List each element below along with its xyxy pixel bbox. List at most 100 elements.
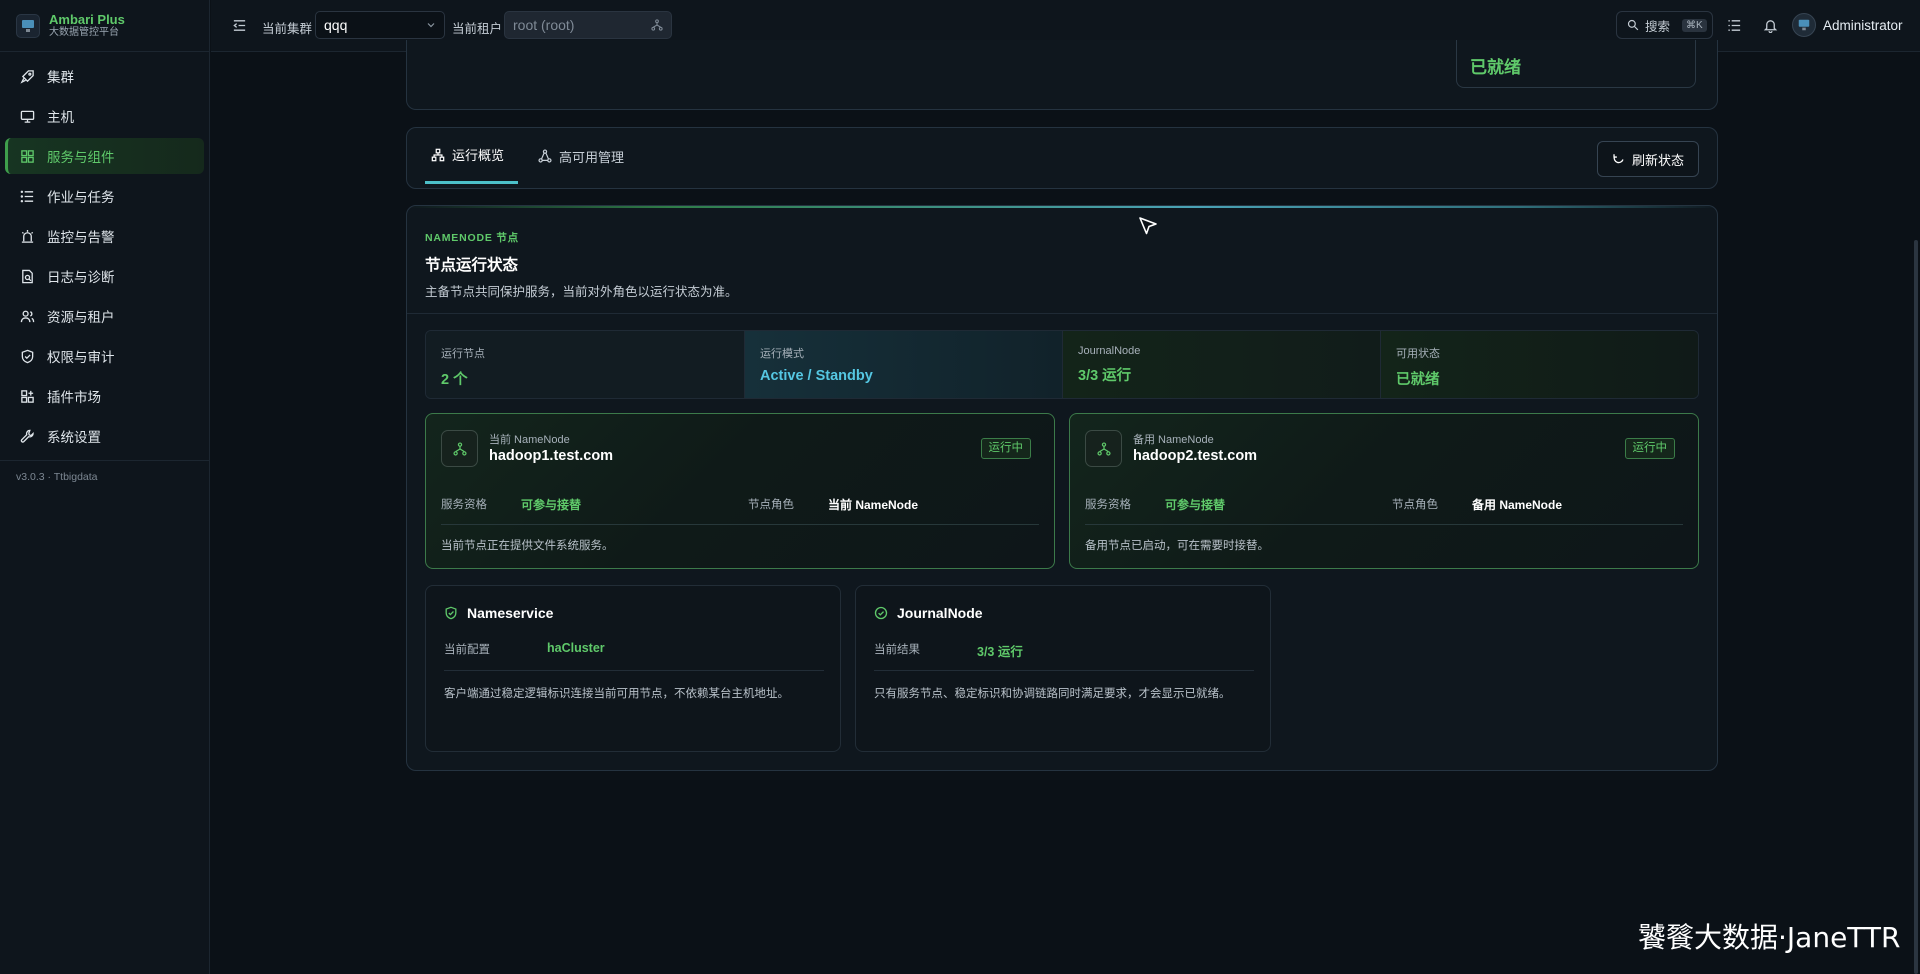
grid-icon bbox=[21, 149, 34, 163]
sidebar-item-label: 权限与审计 bbox=[47, 350, 115, 365]
divider bbox=[441, 524, 1039, 525]
section-title: 节点运行状态 bbox=[425, 257, 519, 274]
task-list-icon[interactable] bbox=[1727, 18, 1742, 33]
namenode-card-standby[interactable]: 备用 NameNode hadoop2.test.com 运行中 服务资格 可参… bbox=[1069, 413, 1699, 569]
node-note: 当前节点正在提供文件系统服务。 bbox=[441, 540, 614, 552]
divider bbox=[1085, 524, 1683, 525]
node-icon bbox=[441, 430, 478, 467]
stat-value: 已就绪 bbox=[1396, 372, 1440, 388]
divider bbox=[444, 670, 824, 671]
tab-ha-management[interactable]: 高可用管理 bbox=[538, 128, 624, 184]
users-icon bbox=[20, 310, 35, 322]
sidebar-item-monitoring[interactable]: 监控与告警 bbox=[5, 218, 204, 254]
card-title: Nameservice bbox=[467, 605, 554, 621]
card-title: JournalNode bbox=[897, 605, 983, 621]
stat-running-nodes: 运行节点 2 个 bbox=[426, 331, 744, 398]
sidebar-item-hosts[interactable]: 主机 bbox=[5, 98, 204, 134]
qual-label: 服务资格 bbox=[1085, 499, 1131, 511]
qual-value: 可参与接替 bbox=[521, 498, 582, 512]
summary-panel: 已就绪 bbox=[406, 40, 1718, 110]
logo-icon bbox=[16, 13, 40, 38]
qual-value: 可参与接替 bbox=[1165, 498, 1226, 512]
divider bbox=[874, 670, 1254, 671]
scrollbar-thumb[interactable] bbox=[1914, 240, 1918, 974]
brand-subtitle: 大数据管控平台 bbox=[49, 26, 119, 38]
network-icon bbox=[538, 149, 552, 163]
user-name: Administrator bbox=[1823, 17, 1903, 33]
stat-label: 运行节点 bbox=[441, 348, 485, 360]
node-note: 备用节点已启动，可在需要时接替。 bbox=[1085, 540, 1269, 552]
search-label: 搜索 bbox=[1645, 19, 1671, 34]
sidebar-item-jobs[interactable]: 作业与任务 bbox=[5, 178, 204, 214]
check-circle-icon bbox=[874, 606, 888, 620]
qual-label: 服务资格 bbox=[441, 499, 487, 511]
stat-value: Active / Standby bbox=[760, 368, 873, 384]
avatar bbox=[1792, 13, 1816, 37]
sidebar-item-plugins[interactable]: 插件市场 bbox=[5, 378, 204, 414]
status-card: 已就绪 bbox=[1456, 40, 1696, 88]
stat-strip: 运行节点 2 个 运行模式 Active / Standby JournalNo… bbox=[425, 330, 1699, 399]
node-role-label: 当前 NameNode bbox=[489, 434, 570, 446]
search-button[interactable]: 搜索 ⌘K bbox=[1616, 11, 1713, 39]
user-menu[interactable]: Administrator bbox=[1792, 13, 1903, 37]
monitor-icon bbox=[20, 110, 35, 123]
list-icon bbox=[20, 190, 34, 202]
nameservice-card: Nameservice 当前配置 haCluster 客户端通过稳定逻辑标识连接… bbox=[425, 585, 841, 752]
watermark: 饕餮大数据·JaneTTR bbox=[1638, 921, 1901, 954]
sidebar-item-label: 资源与租户 bbox=[47, 310, 115, 325]
tab-overview[interactable]: 运行概览 bbox=[425, 128, 518, 184]
bell-icon[interactable] bbox=[1763, 18, 1778, 33]
divider bbox=[407, 313, 1717, 314]
stat-value: 3/3 运行 bbox=[1078, 368, 1132, 384]
node-icon bbox=[1085, 430, 1122, 467]
section-eyebrow: NAMENODE 节点 bbox=[425, 232, 519, 244]
card-key: 当前结果 bbox=[874, 644, 920, 656]
cluster-label: 当前集群 bbox=[262, 22, 313, 36]
network-icon bbox=[1096, 441, 1111, 456]
tenant-select-placeholder: root (root) bbox=[513, 17, 575, 33]
hierarchy-icon bbox=[431, 148, 445, 161]
search-shortcut: ⌘K bbox=[1682, 18, 1707, 32]
sidebar-nav: 集群 主机 服务与组件 作业与任务 监控与告警 日志与诊断 资源与租户 权限与审… bbox=[0, 52, 209, 454]
refresh-label: 刷新状态 bbox=[1631, 152, 1684, 168]
stat-label: 可用状态 bbox=[1396, 348, 1440, 360]
collapse-sidebar-icon[interactable] bbox=[232, 18, 247, 33]
namenode-card-active[interactable]: 当前 NameNode hadoop1.test.com 运行中 服务资格 可参… bbox=[425, 413, 1055, 569]
plugin-icon bbox=[21, 389, 34, 403]
sidebar-item-label: 集群 bbox=[47, 70, 74, 85]
sidebar-item-cluster[interactable]: 集群 bbox=[5, 58, 204, 94]
sidebar-item-logs[interactable]: 日志与诊断 bbox=[5, 258, 204, 294]
rocket-icon bbox=[20, 69, 34, 84]
card-note: 客户端通过稳定逻辑标识连接当前可用节点，不依赖某台主机地址。 bbox=[444, 688, 789, 700]
tenant-select[interactable]: root (root) bbox=[504, 11, 672, 39]
sidebar-item-settings[interactable]: 系统设置 bbox=[5, 418, 204, 454]
section-description: 主备节点共同保护服务，当前对外角色以运行状态为准。 bbox=[425, 285, 738, 299]
cluster-select-value: qqq bbox=[324, 17, 348, 33]
sidebar-item-label: 插件市场 bbox=[47, 390, 101, 405]
mouse-cursor-icon bbox=[1139, 217, 1157, 235]
node-host: hadoop2.test.com bbox=[1133, 448, 1258, 464]
hierarchy-icon bbox=[651, 19, 663, 31]
sidebar-item-label: 服务与组件 bbox=[47, 150, 115, 165]
sidebar-item-label: 监控与告警 bbox=[47, 230, 115, 245]
tab-label: 运行概览 bbox=[452, 148, 505, 163]
journalnode-card: JournalNode 当前结果 3/3 运行 只有服务节点、稳定标识和协调链路… bbox=[855, 585, 1271, 752]
shield-check-icon bbox=[445, 606, 457, 620]
stat-value: 2 个 bbox=[441, 372, 468, 388]
role-key: 节点角色 bbox=[1392, 499, 1438, 511]
user-avatar-icon bbox=[1798, 19, 1810, 31]
alarm-icon bbox=[21, 229, 34, 243]
sidebar-item-services[interactable]: 服务与组件 bbox=[5, 138, 204, 174]
shield-icon bbox=[21, 349, 34, 363]
sidebar-item-audit[interactable]: 权限与审计 bbox=[5, 338, 204, 374]
network-icon bbox=[452, 441, 467, 456]
refresh-status-button[interactable]: 刷新状态 bbox=[1597, 141, 1699, 177]
role-value: 备用 NameNode bbox=[1472, 498, 1563, 512]
cluster-select[interactable]: qqq bbox=[315, 11, 445, 39]
brand[interactable]: Ambari Plus 大数据管控平台 bbox=[0, 0, 209, 52]
stat-label: JournalNode bbox=[1078, 345, 1141, 357]
sidebar-item-resources[interactable]: 资源与租户 bbox=[5, 298, 204, 334]
version-text: v3.0.3 · Ttbigdata bbox=[0, 460, 209, 493]
tenant-label: 当前租户 bbox=[452, 22, 503, 36]
status-value: 已就绪 bbox=[1470, 58, 1521, 77]
